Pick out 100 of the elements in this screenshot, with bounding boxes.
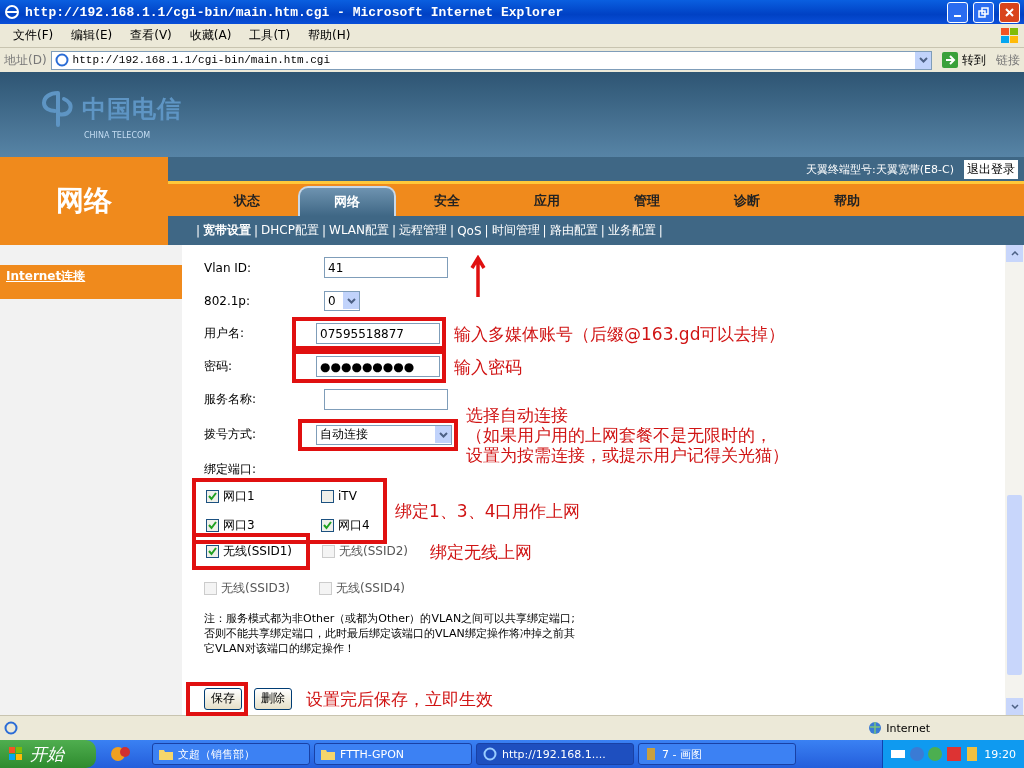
caret-icon — [346, 297, 356, 304]
sub-tab[interactable]: WLAN配置 — [329, 222, 390, 239]
form-button[interactable]: 删除 — [254, 687, 292, 710]
nav-tab[interactable]: 状态 — [198, 186, 296, 216]
folder-icon — [321, 748, 335, 760]
page-icon — [4, 721, 18, 735]
caret-icon — [1010, 704, 1019, 709]
checkbox[interactable] — [321, 518, 334, 532]
caret-icon — [1010, 251, 1019, 256]
separator: | — [392, 223, 397, 238]
checkbox-label: 无线(SSID1) — [223, 543, 292, 560]
links-label[interactable]: 链接 — [996, 51, 1020, 69]
checkbox[interactable] — [206, 489, 219, 503]
checkbox-label: 无线(SSID2) — [339, 543, 408, 560]
go-button[interactable]: 转到 — [936, 51, 992, 69]
minimize-icon — [954, 14, 961, 17]
form-button[interactable]: 保存 — [204, 687, 242, 710]
separator: | — [484, 223, 489, 238]
field-label: 802.1p: — [204, 293, 251, 308]
text-field[interactable]: 41 — [324, 257, 448, 278]
checkbox-label: 网口4 — [338, 516, 370, 534]
browser-icon — [483, 747, 497, 761]
windows-logo-icon — [8, 746, 24, 762]
browser-icon — [4, 4, 20, 20]
zone-text: Internet — [886, 721, 930, 735]
quick-launch-icon[interactable] — [110, 744, 132, 764]
separator: | — [450, 223, 455, 238]
taskbar-button[interactable]: 文超（销售部） — [152, 743, 310, 765]
text-field[interactable]: 07595518877 — [316, 323, 440, 344]
sub-tab[interactable]: QoS — [457, 223, 482, 238]
menu-item[interactable]: 帮助(H) — [299, 27, 360, 44]
scrollbar-thumb[interactable] — [1007, 495, 1022, 675]
text-field[interactable]: ●●●●●●●●● — [316, 356, 440, 377]
close-button[interactable] — [999, 1, 1020, 23]
windows-logo-icon — [1000, 26, 1020, 45]
address-label: 地址(D) — [4, 51, 47, 69]
caret-icon — [918, 57, 928, 63]
annotation-text: （如果用户用的上网套餐不是无限时的， — [466, 424, 773, 445]
menu-item[interactable]: 文件(F) — [4, 27, 63, 44]
arrow-icon — [942, 52, 958, 68]
annotation-text: 选择自动连接 — [466, 404, 569, 425]
field-label: 拨号方式: — [204, 426, 258, 444]
sub-tab[interactable]: 远程管理 — [399, 222, 448, 239]
nav-tab[interactable]: 管理 — [598, 186, 696, 216]
checkbox-label: 无线(SSID3) — [221, 580, 290, 597]
annotation-text: 绑定1、3、4口用作上网 — [395, 500, 581, 521]
scroll-up-button[interactable] — [1006, 245, 1023, 262]
paint-icon — [645, 747, 657, 761]
nav-tab[interactable]: 诊断 — [698, 186, 796, 216]
logout-link[interactable]: 退出登录 — [964, 159, 1018, 179]
dropdown[interactable]: 自动连接 — [316, 424, 452, 445]
text-field[interactable] — [324, 389, 448, 410]
field-label: 密码: — [204, 358, 234, 375]
remark-text: 它VLAN对该端口的绑定操作！ — [204, 641, 356, 656]
sub-tab[interactable]: 时间管理 — [491, 222, 540, 239]
page-icon — [54, 53, 69, 67]
menu-item[interactable]: 编辑(E) — [62, 27, 122, 44]
remark-text: 否则不能共享绑定端口，此时最后绑定该端口的VLAN绑定操作将冲掉之前其 — [204, 626, 576, 641]
clock: 19:20 — [984, 747, 1016, 761]
checkbox[interactable] — [321, 489, 334, 503]
separator: | — [196, 223, 201, 238]
device-model: 天翼终端型号:天翼宽带(E8-C) — [806, 161, 954, 177]
separator: | — [658, 223, 663, 238]
address-field[interactable]: http://192.168.1.1/cgi-bin/main.htm.cgi — [50, 50, 932, 70]
nav-tab[interactable]: 帮助 — [798, 186, 896, 216]
checkbox-label: iTV — [338, 489, 357, 504]
checkbox-label: 网口3 — [223, 516, 255, 534]
field-label: 服务名称: — [204, 391, 258, 408]
section-title: 网络 — [0, 157, 168, 245]
sub-tab[interactable]: 路由配置 — [549, 222, 598, 239]
start-button[interactable]: 开始 — [0, 740, 96, 768]
window-title: http://192.168.1.1/cgi-bin/main.htm.cgi - Microsoft Internet Explorer — [25, 4, 565, 20]
nav-tab[interactable]: 网络 — [298, 186, 396, 216]
nav-tab[interactable]: 应用 — [498, 186, 596, 216]
dropdown[interactable]: 0 — [324, 290, 360, 311]
menu-item[interactable]: 工具(T) — [240, 27, 300, 44]
separator: | — [542, 223, 547, 238]
taskbar-button[interactable]: 7 - 画图 — [638, 743, 796, 765]
close-icon — [1005, 7, 1014, 17]
minimize-button[interactable] — [947, 1, 968, 23]
menu-item[interactable]: 查看(V) — [121, 27, 181, 44]
checkbox[interactable] — [206, 545, 219, 558]
sub-tab[interactable]: DHCP配置 — [261, 222, 319, 239]
menu-item[interactable]: 收藏(A) — [180, 27, 241, 44]
caret-icon — [438, 431, 448, 438]
annotation-arrow — [470, 255, 486, 299]
separator: | — [600, 223, 605, 238]
annotation-text: 绑定无线上网 — [430, 541, 532, 562]
sub-tab[interactable]: 业务配置 — [607, 222, 656, 239]
annotation-text: 设置为按需连接，或提示用户记得关光猫） — [466, 444, 789, 465]
checkbox[interactable] — [206, 518, 219, 532]
taskbar-button[interactable]: http://192.168.1.... — [476, 743, 634, 765]
taskbar-button[interactable]: FTTH-GPON — [314, 743, 472, 765]
scroll-down-button[interactable] — [1006, 698, 1023, 715]
restore-button[interactable] — [973, 1, 994, 23]
sub-tab[interactable]: 宽带设置 — [203, 222, 252, 239]
field-label: Vlan ID: — [204, 260, 253, 275]
field-label: 用户名: — [204, 325, 246, 342]
nav-tab[interactable]: 安全 — [398, 186, 496, 216]
restore-icon — [978, 6, 989, 18]
